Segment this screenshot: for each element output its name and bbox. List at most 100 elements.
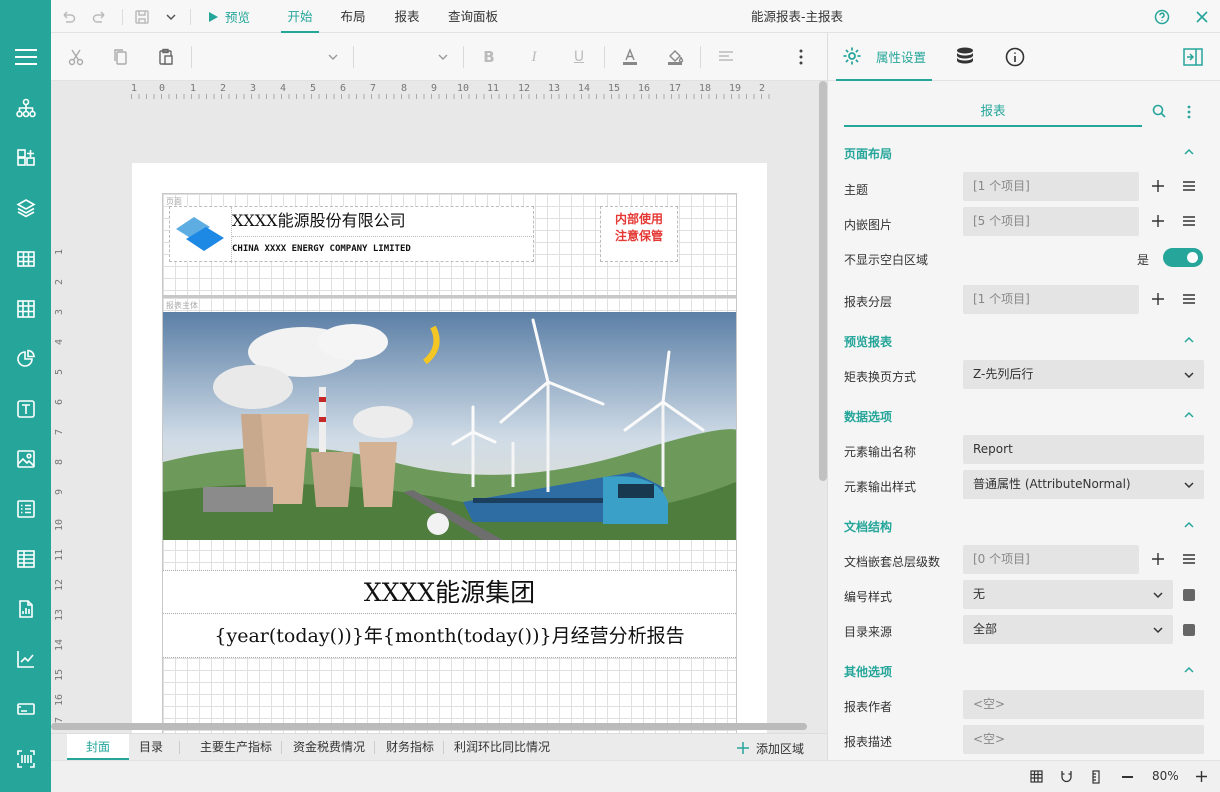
underline-icon[interactable]: U	[569, 47, 589, 67]
sparkline-icon[interactable]	[13, 646, 39, 672]
page-header-band[interactable]: 页面 XXXX能源股份有限公司 CHINA XXXX ENERGY COMPAN…	[162, 193, 737, 296]
info-icon[interactable]	[1005, 47, 1025, 70]
horizontal-scrollbar[interactable]	[51, 723, 807, 730]
hamburger-menu-icon[interactable]	[13, 44, 39, 70]
company-header-box[interactable]: XXXX能源股份有限公司 CHINA XXXX ENERGY COMPANY L…	[169, 206, 534, 263]
design-canvas[interactable]: 1 0 1 2 3 4 5 6 7 8 9 10 11 12 13 14 15 …	[51, 81, 827, 733]
section-tab-finance[interactable]: 财务指标	[386, 734, 434, 760]
chart-pie-icon[interactable]	[13, 346, 39, 372]
paste-icon[interactable]	[156, 47, 176, 67]
hide-blank-toggle[interactable]	[1163, 248, 1203, 267]
chevron-down-icon[interactable]	[1183, 369, 1195, 381]
report-author-input[interactable]: <空>	[963, 690, 1204, 719]
grid-toggle-icon[interactable]	[1030, 770, 1043, 786]
tab-start[interactable]: 开始	[281, 0, 319, 33]
report-title-expression[interactable]: {year(today())}年{month(today())}月经营分析报告	[163, 614, 736, 658]
cut-icon[interactable]	[66, 47, 86, 67]
section-tab-toc[interactable]: 目录	[139, 734, 163, 760]
numbering-style-select[interactable]: 无	[963, 580, 1173, 609]
database-icon[interactable]	[956, 47, 974, 70]
tab-report[interactable]: 报表	[388, 0, 426, 33]
close-icon[interactable]	[1195, 0, 1209, 33]
bold-icon[interactable]: B	[479, 47, 499, 67]
search-icon[interactable]	[1152, 104, 1166, 121]
report-description-input[interactable]: <空>	[963, 725, 1204, 754]
redo-icon[interactable]	[92, 0, 108, 33]
section-tab-funds-tax[interactable]: 资金税费情况	[293, 734, 365, 760]
output-name-input[interactable]: Report	[963, 435, 1204, 464]
prop-theme-field[interactable]: [1 个项目]	[963, 172, 1139, 201]
section-tab-cover[interactable]: 封面	[67, 734, 129, 760]
section-doc-structure[interactable]: 文档结构	[844, 518, 892, 535]
save-icon[interactable]	[134, 0, 150, 33]
subreport-icon[interactable]	[13, 596, 39, 622]
barcode-icon[interactable]	[13, 746, 39, 772]
font-color-icon[interactable]	[620, 47, 640, 67]
tab-query-panel[interactable]: 查询面板	[443, 0, 503, 33]
vertical-scrollbar[interactable]	[819, 81, 827, 481]
collapse-panel-icon[interactable]	[1183, 48, 1203, 69]
add-item-icon[interactable]	[1148, 289, 1168, 309]
section-tab-profit[interactable]: 利润环比同比情况	[454, 734, 550, 760]
panel-more-icon[interactable]	[1187, 105, 1191, 122]
numbering-style-checkbox[interactable]	[1183, 589, 1195, 601]
energy-illustration-image[interactable]	[163, 312, 736, 540]
zoom-out-icon[interactable]	[1122, 776, 1133, 778]
company-name-cn[interactable]: XXXX能源股份有限公司	[232, 207, 534, 237]
tab-property-settings[interactable]: 属性设置	[836, 33, 932, 81]
zoom-in-icon[interactable]	[1195, 770, 1208, 786]
add-item-icon[interactable]	[1148, 211, 1168, 231]
chevron-up-icon[interactable]	[1183, 146, 1195, 158]
font-size-dropdown-icon[interactable]	[433, 47, 453, 67]
image-icon[interactable]	[13, 446, 39, 472]
ruler-toggle-icon[interactable]	[1091, 770, 1101, 787]
section-other-options[interactable]: 其他选项	[844, 663, 892, 680]
preview-button[interactable]: 预览	[207, 0, 250, 33]
list-menu-icon[interactable]	[1179, 176, 1199, 196]
more-options-icon[interactable]	[791, 47, 811, 67]
chevron-up-icon[interactable]	[1183, 409, 1195, 421]
help-icon[interactable]	[1154, 0, 1170, 33]
company-name-en[interactable]: CHINA XXXX ENERGY COMPANY LIMITED	[232, 237, 534, 261]
font-family-dropdown-icon[interactable]	[323, 47, 343, 67]
align-icon[interactable]	[716, 47, 736, 67]
section-data-options[interactable]: 数据选项	[844, 408, 892, 425]
chevron-up-icon[interactable]	[1183, 664, 1195, 676]
chevron-up-icon[interactable]	[1183, 519, 1195, 531]
section-preview-report[interactable]: 预览报表	[844, 333, 892, 350]
save-dropdown-icon[interactable]	[165, 0, 177, 33]
snap-magnet-icon[interactable]	[1060, 770, 1073, 786]
prop-embedded-images-field[interactable]: [5 个项目]	[963, 207, 1139, 236]
layers-icon[interactable]	[13, 195, 39, 221]
report-page[interactable]: 页面 XXXX能源股份有限公司 CHINA XXXX ENERGY COMPAN…	[132, 163, 767, 733]
add-item-icon[interactable]	[1148, 176, 1168, 196]
toc-source-checkbox[interactable]	[1183, 624, 1195, 636]
prop-layers-field[interactable]: [1 个项目]	[963, 285, 1139, 314]
add-region-button[interactable]: 添加区域	[736, 738, 804, 758]
tab-layout[interactable]: 布局	[334, 0, 372, 33]
chevron-down-icon[interactable]	[1152, 624, 1164, 636]
table-icon[interactable]	[13, 246, 39, 272]
tablix-icon[interactable]	[13, 546, 39, 572]
chevron-down-icon[interactable]	[1183, 479, 1195, 491]
nesting-levels-field[interactable]: [0 个项目]	[963, 545, 1139, 574]
output-style-select[interactable]: 普通属性 (AttributeNormal)	[963, 470, 1204, 499]
chevron-up-icon[interactable]	[1183, 334, 1195, 346]
data-tree-icon[interactable]	[13, 95, 39, 121]
confidential-stamp[interactable]: 内部使用 注意保管	[600, 206, 678, 262]
section-tab-production[interactable]: 主要生产指标	[200, 734, 272, 760]
undo-icon[interactable]	[60, 0, 76, 33]
chevron-down-icon[interactable]	[1152, 589, 1164, 601]
section-page-layout[interactable]: 页面布局	[844, 145, 892, 162]
list-menu-icon[interactable]	[1179, 549, 1199, 569]
add-item-icon[interactable]	[1148, 549, 1168, 569]
report-body-band[interactable]: 报表主体 XXXX能源集团 {year(today())}年{month(tod…	[162, 296, 737, 733]
list-menu-icon[interactable]	[1179, 289, 1199, 309]
matrix-icon[interactable]	[13, 296, 39, 322]
list-icon[interactable]	[13, 496, 39, 522]
group-title[interactable]: XXXX能源集团	[163, 570, 736, 614]
fill-color-icon[interactable]	[665, 47, 685, 67]
container-icon[interactable]	[13, 696, 39, 722]
copy-icon[interactable]	[111, 47, 131, 67]
italic-icon[interactable]: I	[524, 47, 544, 67]
